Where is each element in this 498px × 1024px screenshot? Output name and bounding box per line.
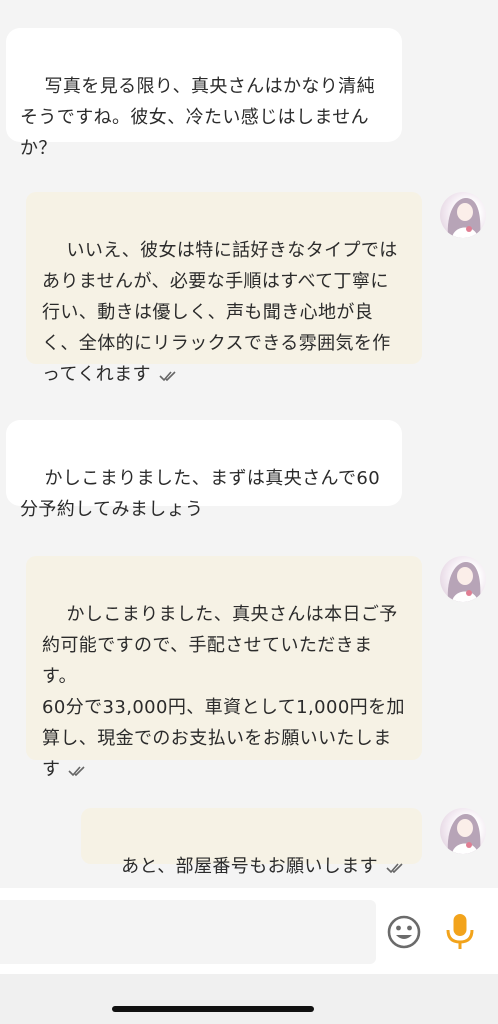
microphone-icon[interactable] <box>444 912 476 952</box>
outgoing-message-bubble[interactable]: かしこまりました、真央さんは本日ご予約可能ですので、手配させていただきます。 6… <box>26 556 422 780</box>
message-text: かしこまりました、真央さんは本日ご予約可能ですので、手配させていただきます。 6… <box>42 604 405 780</box>
home-indicator[interactable] <box>112 1006 314 1012</box>
double-check-icon <box>386 863 403 874</box>
smiley-icon[interactable] <box>386 914 422 950</box>
double-check-icon <box>68 766 85 777</box>
message-input-bar <box>0 888 498 974</box>
message-text: かしこまりました、まずは真央さんで60分予約してみましょう <box>20 468 381 520</box>
avatar[interactable] <box>440 192 486 238</box>
avatar-image <box>447 562 481 602</box>
double-check-icon <box>159 371 176 382</box>
message-text: いいえ、彼女は特に話好きなタイプではありませんが、必要な手順はすべて丁寧に行い、… <box>42 240 398 385</box>
message-text: あと、部屋番号もお願いします <box>121 856 378 877</box>
avatar-image <box>447 814 481 854</box>
outgoing-message-bubble[interactable]: いいえ、彼女は特に話好きなタイプではありませんが、必要な手順はすべて丁寧に行い、… <box>26 192 422 385</box>
home-indicator-area <box>0 974 498 1024</box>
incoming-message-bubble[interactable]: かしこまりました、まずは真央さんで60分予約してみましょう <box>6 420 402 520</box>
avatar[interactable] <box>440 808 486 854</box>
chat-area: 写真を見る限り、真央さんはかなり清純そうですね。彼女、冷たい感じはしませんか？ … <box>0 0 498 888</box>
message-text: 写真を見る限り、真央さんはかなり清純そうですね。彼女、冷たい感じはしませんか？ <box>20 76 375 159</box>
incoming-message-bubble[interactable]: 写真を見る限り、真央さんはかなり清純そうですね。彼女、冷たい感じはしませんか？ <box>6 28 402 159</box>
avatar-image <box>447 198 481 238</box>
outgoing-message-bubble[interactable]: あと、部屋番号もお願いします <box>80 808 422 877</box>
avatar[interactable] <box>440 556 486 602</box>
message-input[interactable] <box>0 900 376 964</box>
